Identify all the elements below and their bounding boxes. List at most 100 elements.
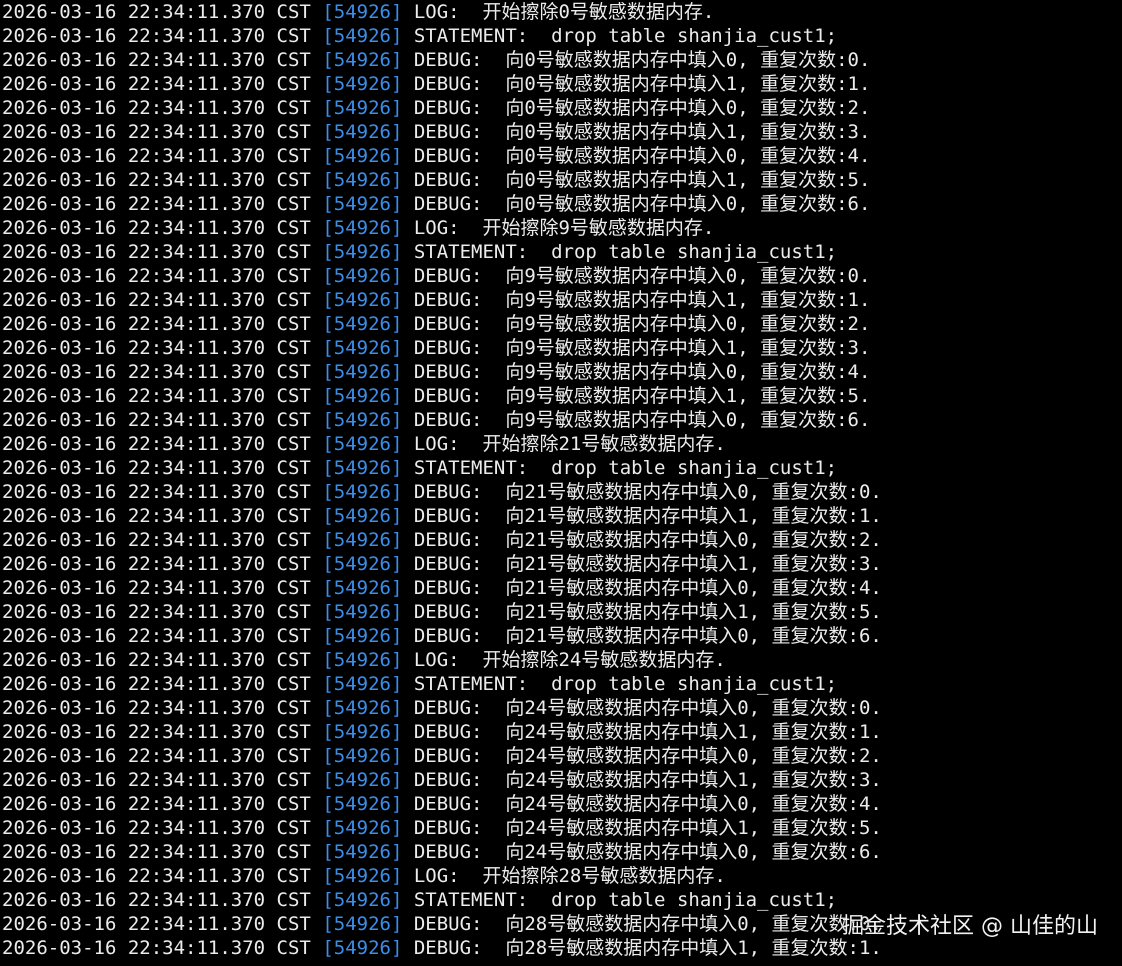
log-timestamp: 2026-03-16 22:34:11.370 CST <box>2 553 311 575</box>
log-timestamp: 2026-03-16 22:34:11.370 CST <box>2 169 311 191</box>
log-message: DEBUG: 向9号敏感数据内存中填入0, 重复次数:0. <box>413 265 871 287</box>
log-line: 2026-03-16 22:34:11.370 CST [54926] LOG:… <box>2 216 882 240</box>
log-line: 2026-03-16 22:34:11.370 CST [54926] LOG:… <box>2 432 882 456</box>
log-pid: [54926] <box>322 649 403 671</box>
log-pid: [54926] <box>322 361 403 383</box>
log-pid: [54926] <box>322 529 403 551</box>
log-line: 2026-03-16 22:34:11.370 CST [54926] DEBU… <box>2 744 882 768</box>
log-timestamp: 2026-03-16 22:34:11.370 CST <box>2 385 311 407</box>
log-pid: [54926] <box>322 889 403 911</box>
log-message: DEBUG: 向21号敏感数据内存中填入0, 重复次数:6. <box>413 625 882 647</box>
log-line: 2026-03-16 22:34:11.370 CST [54926] DEBU… <box>2 624 882 648</box>
log-line: 2026-03-16 22:34:11.370 CST [54926] STAT… <box>2 24 882 48</box>
log-message: DEBUG: 向9号敏感数据内存中填入1, 重复次数:3. <box>413 337 871 359</box>
log-pid: [54926] <box>322 409 403 431</box>
log-message: DEBUG: 向0号敏感数据内存中填入0, 重复次数:6. <box>413 193 871 215</box>
log-pid: [54926] <box>322 721 403 743</box>
log-timestamp: 2026-03-16 22:34:11.370 CST <box>2 601 311 623</box>
log-timestamp: 2026-03-16 22:34:11.370 CST <box>2 97 311 119</box>
log-message: DEBUG: 向0号敏感数据内存中填入1, 重复次数:3. <box>413 121 871 143</box>
log-line: 2026-03-16 22:34:11.370 CST [54926] DEBU… <box>2 72 882 96</box>
log-pid: [54926] <box>322 577 403 599</box>
log-timestamp: 2026-03-16 22:34:11.370 CST <box>2 697 311 719</box>
log-line: 2026-03-16 22:34:11.370 CST [54926] DEBU… <box>2 96 882 120</box>
log-line: 2026-03-16 22:34:11.370 CST [54926] DEBU… <box>2 312 882 336</box>
log-pid: [54926] <box>322 313 403 335</box>
log-pid: [54926] <box>322 601 403 623</box>
log-timestamp: 2026-03-16 22:34:11.370 CST <box>2 745 311 767</box>
log-line: 2026-03-16 22:34:11.370 CST [54926] DEBU… <box>2 504 882 528</box>
log-timestamp: 2026-03-16 22:34:11.370 CST <box>2 769 311 791</box>
log-line: 2026-03-16 22:34:11.370 CST [54926] DEBU… <box>2 336 882 360</box>
log-pid: [54926] <box>322 1 403 23</box>
log-timestamp: 2026-03-16 22:34:11.370 CST <box>2 577 311 599</box>
log-message: STATEMENT: drop table shanjia_cust1; <box>413 241 838 263</box>
log-message: LOG: 开始擦除28号敏感数据内存. <box>413 865 726 887</box>
log-message: DEBUG: 向9号敏感数据内存中填入0, 重复次数:4. <box>413 361 871 383</box>
log-message: DEBUG: 向24号敏感数据内存中填入1, 重复次数:1. <box>413 721 882 743</box>
log-message: DEBUG: 向9号敏感数据内存中填入1, 重复次数:5. <box>413 385 871 407</box>
log-message: DEBUG: 向0号敏感数据内存中填入0, 重复次数:0. <box>413 49 871 71</box>
log-message: DEBUG: 向21号敏感数据内存中填入0, 重复次数:2. <box>413 529 882 551</box>
log-line: 2026-03-16 22:34:11.370 CST [54926] DEBU… <box>2 576 882 600</box>
log-timestamp: 2026-03-16 22:34:11.370 CST <box>2 721 311 743</box>
log-timestamp: 2026-03-16 22:34:11.370 CST <box>2 25 311 47</box>
log-line: 2026-03-16 22:34:11.370 CST [54926] DEBU… <box>2 192 882 216</box>
log-message: DEBUG: 向24号敏感数据内存中填入1, 重复次数:5. <box>413 817 882 839</box>
log-pid: [54926] <box>322 769 403 791</box>
log-message: LOG: 开始擦除24号敏感数据内存. <box>413 649 726 671</box>
log-line: 2026-03-16 22:34:11.370 CST [54926] DEBU… <box>2 144 882 168</box>
log-pid: [54926] <box>322 433 403 455</box>
log-pid: [54926] <box>322 625 403 647</box>
log-timestamp: 2026-03-16 22:34:11.370 CST <box>2 529 311 551</box>
log-message: DEBUG: 向24号敏感数据内存中填入0, 重复次数:4. <box>413 793 882 815</box>
log-line: 2026-03-16 22:34:11.370 CST [54926] DEBU… <box>2 480 882 504</box>
log-timestamp: 2026-03-16 22:34:11.370 CST <box>2 433 311 455</box>
log-line: 2026-03-16 22:34:11.370 CST [54926] DEBU… <box>2 840 882 864</box>
log-message: DEBUG: 向21号敏感数据内存中填入1, 重复次数:1. <box>413 505 882 527</box>
log-pid: [54926] <box>322 841 403 863</box>
log-timestamp: 2026-03-16 22:34:11.370 CST <box>2 673 311 695</box>
log-message: DEBUG: 向21号敏感数据内存中填入1, 重复次数:5. <box>413 601 882 623</box>
log-timestamp: 2026-03-16 22:34:11.370 CST <box>2 481 311 503</box>
log-message: LOG: 开始擦除0号敏感数据内存. <box>413 1 715 23</box>
log-timestamp: 2026-03-16 22:34:11.370 CST <box>2 1 311 23</box>
log-message: DEBUG: 向9号敏感数据内存中填入0, 重复次数:2. <box>413 313 871 335</box>
log-timestamp: 2026-03-16 22:34:11.370 CST <box>2 937 311 959</box>
log-pid: [54926] <box>322 457 403 479</box>
log-line: 2026-03-16 22:34:11.370 CST [54926] DEBU… <box>2 720 882 744</box>
log-line: 2026-03-16 22:34:11.370 CST [54926] LOG:… <box>2 864 882 888</box>
log-line: 2026-03-16 22:34:11.370 CST [54926] DEBU… <box>2 816 882 840</box>
log-timestamp: 2026-03-16 22:34:11.370 CST <box>2 217 311 239</box>
log-message: DEBUG: 向0号敏感数据内存中填入1, 重复次数:1. <box>413 73 871 95</box>
log-line: 2026-03-16 22:34:11.370 CST [54926] STAT… <box>2 240 882 264</box>
log-timestamp: 2026-03-16 22:34:11.370 CST <box>2 505 311 527</box>
log-pid: [54926] <box>322 49 403 71</box>
log-timestamp: 2026-03-16 22:34:11.370 CST <box>2 649 311 671</box>
log-message: STATEMENT: drop table shanjia_cust1; <box>413 25 838 47</box>
log-message: DEBUG: 向0号敏感数据内存中填入1, 重复次数:5. <box>413 169 871 191</box>
log-message: DEBUG: 向21号敏感数据内存中填入0, 重复次数:4. <box>413 577 882 599</box>
log-line: 2026-03-16 22:34:11.370 CST [54926] DEBU… <box>2 48 882 72</box>
log-message: STATEMENT: drop table shanjia_cust1; <box>413 457 838 479</box>
log-line: 2026-03-16 22:34:11.370 CST [54926] STAT… <box>2 456 882 480</box>
log-pid: [54926] <box>322 97 403 119</box>
log-message: DEBUG: 向28号敏感数据内存中填入1, 重复次数:1. <box>413 937 882 959</box>
log-timestamp: 2026-03-16 22:34:11.370 CST <box>2 457 311 479</box>
log-line: 2026-03-16 22:34:11.370 CST [54926] DEBU… <box>2 528 882 552</box>
log-pid: [54926] <box>322 241 403 263</box>
log-message: DEBUG: 向0号敏感数据内存中填入0, 重复次数:4. <box>413 145 871 167</box>
log-timestamp: 2026-03-16 22:34:11.370 CST <box>2 121 311 143</box>
log-timestamp: 2026-03-16 22:34:11.370 CST <box>2 73 311 95</box>
terminal-output[interactable]: 2026-03-16 22:34:11.370 CST [54926] LOG:… <box>0 0 1122 966</box>
log-timestamp: 2026-03-16 22:34:11.370 CST <box>2 361 311 383</box>
log-pid: [54926] <box>322 25 403 47</box>
log-timestamp: 2026-03-16 22:34:11.370 CST <box>2 289 311 311</box>
log-pid: [54926] <box>322 265 403 287</box>
log-pid: [54926] <box>322 193 403 215</box>
log-line: 2026-03-16 22:34:11.370 CST [54926] DEBU… <box>2 912 882 936</box>
log-pid: [54926] <box>322 673 403 695</box>
log-line: 2026-03-16 22:34:11.370 CST [54926] DEBU… <box>2 600 882 624</box>
log-line: 2026-03-16 22:34:11.370 CST [54926] DEBU… <box>2 768 882 792</box>
log-pid: [54926] <box>322 937 403 959</box>
